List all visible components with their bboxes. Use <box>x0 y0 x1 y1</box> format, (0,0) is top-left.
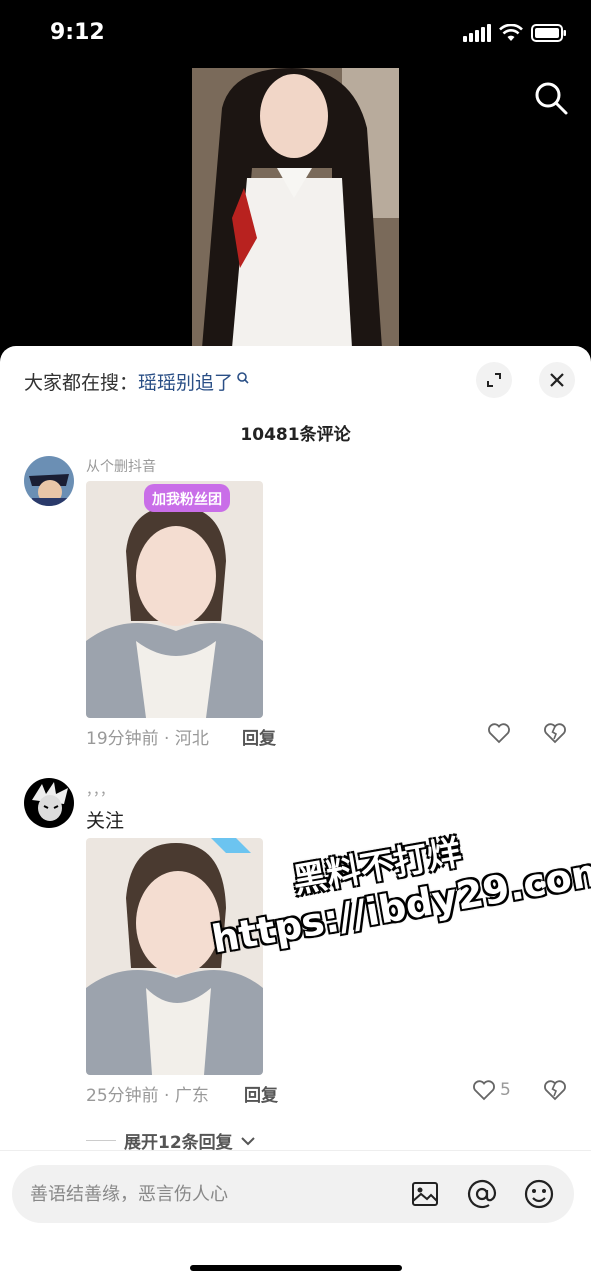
comment-input[interactable] <box>30 1165 390 1223</box>
expand-button[interactable] <box>476 362 512 398</box>
status-icons <box>463 24 567 42</box>
sticker-text: 加我粉丝团 <box>151 491 222 508</box>
broken-heart-icon[interactable] <box>543 722 567 744</box>
broken-heart-icon[interactable] <box>543 1079 567 1101</box>
battery-icon <box>531 24 566 42</box>
status-time: 9:12 <box>50 20 105 45</box>
search-icon[interactable] <box>533 80 569 116</box>
image-icon[interactable] <box>408 1177 442 1211</box>
comment-username[interactable]: ，，， <box>86 780 114 800</box>
chevron-down-icon <box>240 1136 255 1145</box>
comment-image[interactable]: 加我粉丝团 <box>86 481 263 718</box>
cellular-signal-icon <box>463 24 491 42</box>
heart-icon <box>488 723 510 744</box>
reply-button[interactable]: 回复 <box>244 1081 278 1106</box>
close-icon <box>550 373 564 387</box>
reply-button[interactable]: 回复 <box>242 724 276 749</box>
video-frame-image <box>192 68 399 348</box>
avatar[interactable] <box>24 778 74 828</box>
trending-label: 大家都在搜： <box>24 372 139 394</box>
video-player[interactable] <box>192 68 399 348</box>
trending-search[interactable]: 大家都在搜： 瑶瑶别追了 <box>24 368 250 395</box>
home-indicator[interactable] <box>190 1265 402 1271</box>
wifi-icon <box>499 24 523 41</box>
comment-composer <box>0 1150 591 1280</box>
close-button[interactable] <box>539 362 575 398</box>
comment-time-location: 25分钟前 · 广东 <box>86 1086 209 1106</box>
emoji-icon[interactable] <box>522 1177 556 1211</box>
heart-icon <box>473 1080 495 1101</box>
at-mention-icon[interactable] <box>465 1177 499 1211</box>
like-count: 5 <box>500 1080 511 1100</box>
like-button[interactable]: 5 <box>472 1079 511 1101</box>
comment-count: 10481条评论 <box>240 425 351 445</box>
comment-text: 关注 <box>86 810 125 832</box>
trending-keyword[interactable]: 瑶瑶别追了 <box>138 368 233 395</box>
comment-input-container[interactable] <box>12 1165 574 1223</box>
avatar[interactable] <box>24 456 74 506</box>
search-small-icon <box>237 371 249 384</box>
expand-icon <box>487 373 501 387</box>
like-button[interactable] <box>487 722 511 744</box>
status-bar: 9:12 <box>0 0 591 70</box>
comment-time-location: 19分钟前 · 河北 <box>86 729 209 749</box>
divider <box>86 1140 116 1141</box>
comment-username[interactable]: 从个删抖音 <box>86 456 156 476</box>
comment-sheet: 大家都在搜： 瑶瑶别追了 10481条评论 从个删抖音 加我粉丝团 19分钟前 … <box>0 346 591 1280</box>
comment-image[interactable] <box>86 838 263 1075</box>
